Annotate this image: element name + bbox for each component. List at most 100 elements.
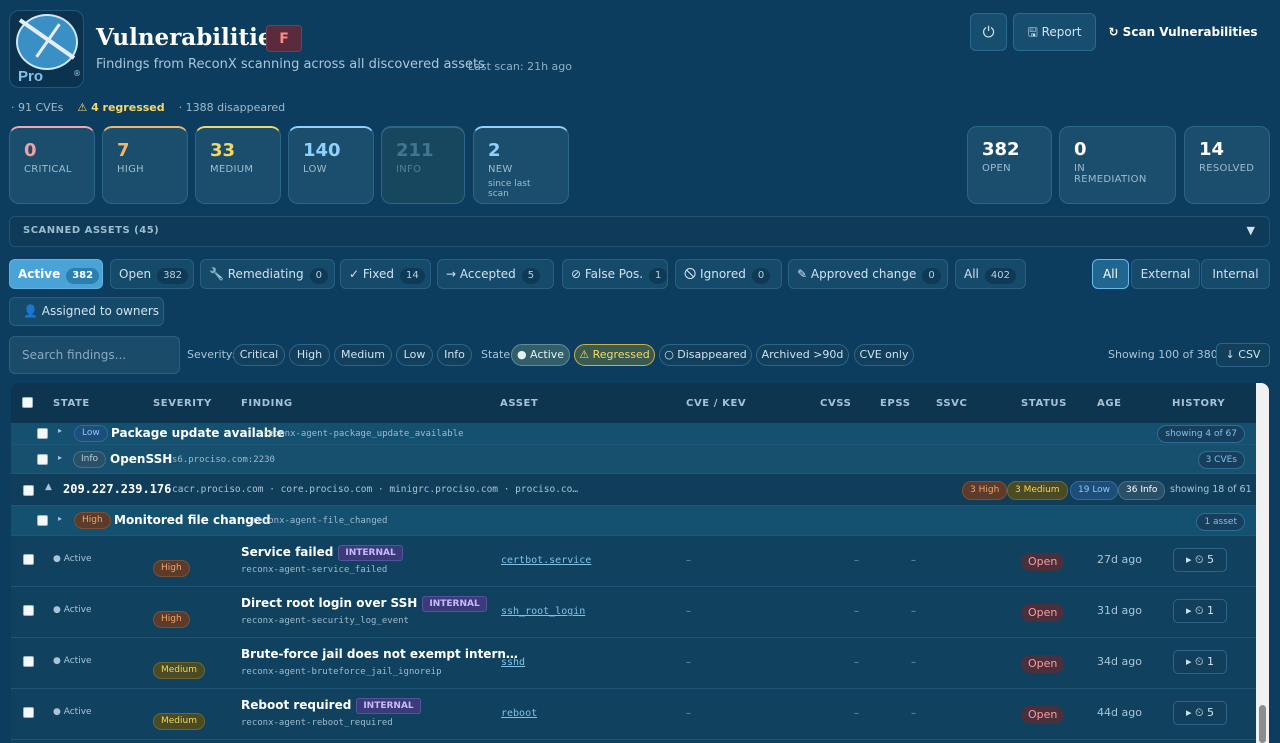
finding-group-row[interactable]: ▸ Info OpenSSH s6.prociso.com:2230 3 CVE… bbox=[11, 445, 1256, 474]
severity-filter-medium[interactable]: Medium bbox=[334, 344, 392, 366]
tab-active[interactable]: Active 382 bbox=[9, 259, 103, 289]
host-group-row[interactable]: ▲ 209.227.239.176 cacr.prociso.com · cor… bbox=[11, 474, 1256, 506]
scanned-assets-toggle[interactable]: SCANNED ASSETS (45) ▼ bbox=[9, 216, 1270, 247]
row-checkbox[interactable] bbox=[37, 454, 48, 465]
stat-card-info[interactable]: 211 INFO bbox=[381, 126, 465, 204]
tab-approvedchange[interactable]: ✎ Approved change 0 bbox=[788, 259, 948, 289]
severity-filter-low[interactable]: Low bbox=[396, 344, 433, 366]
state-filter-regressed[interactable]: ⚠ Regressed bbox=[574, 344, 655, 366]
high-count-badge: 3 High bbox=[962, 481, 1008, 500]
column-header-cvekev[interactable]: CVE / KEV bbox=[686, 398, 746, 409]
regressed-count[interactable]: ⚠ 4 regressed bbox=[77, 101, 164, 114]
scope-all[interactable]: All bbox=[1092, 259, 1129, 289]
column-header-state[interactable]: STATE bbox=[53, 398, 90, 409]
status-badge: Open bbox=[1021, 604, 1065, 622]
row-checkbox[interactable] bbox=[37, 515, 48, 526]
tab-accepted[interactable]: → Accepted 5 bbox=[437, 259, 554, 289]
asset-link[interactable]: reboot bbox=[501, 708, 537, 719]
expand-icon[interactable]: ▸ bbox=[58, 453, 62, 462]
stat-card-resolved[interactable]: 14 RESOLVED bbox=[1184, 126, 1270, 204]
state-filter-disappeared[interactable]: ○ Disappeared bbox=[659, 344, 752, 366]
row-checkbox[interactable] bbox=[23, 485, 34, 496]
table-row[interactable]: ● Active Medium Reboot required INTERNAL rec… bbox=[11, 689, 1256, 740]
select-all-checkbox[interactable] bbox=[22, 397, 33, 408]
severity-filter-critical[interactable]: Critical bbox=[233, 344, 285, 366]
history-button[interactable]: ▸ ⏲ 5 bbox=[1173, 701, 1227, 725]
tab-remediating[interactable]: 🔧 Remediating 0 bbox=[200, 259, 335, 289]
row-checkbox[interactable] bbox=[23, 707, 34, 718]
row-checkbox[interactable] bbox=[23, 605, 34, 616]
severity-badge: Low bbox=[74, 425, 108, 442]
tab-open[interactable]: Open 382 bbox=[110, 259, 194, 289]
finding-name[interactable]: Reboot required INTERNAL bbox=[241, 698, 421, 714]
column-header-history[interactable]: HISTORY bbox=[1172, 398, 1225, 409]
host-ip: 209.227.239.176 bbox=[63, 482, 172, 496]
tab-label: ⊘ False Pos. bbox=[571, 267, 644, 281]
column-header-asset[interactable]: ASSET bbox=[500, 398, 538, 409]
finding-group-row[interactable]: ▸ High Monitored file changed reconx-age… bbox=[11, 506, 1256, 536]
table-row[interactable]: ● Active High Service failed INTERNAL reconx… bbox=[11, 536, 1256, 587]
scrollbar-thumb[interactable] bbox=[1259, 705, 1266, 743]
security-grade-badge: F bbox=[266, 25, 302, 52]
tab-all[interactable]: All 402 bbox=[955, 259, 1026, 289]
column-header-epss[interactable]: EPSS bbox=[880, 398, 911, 409]
state-text: ● Active bbox=[53, 605, 92, 615]
tab-ignored[interactable]: 🛇 Ignored 0 bbox=[675, 259, 782, 289]
finding-group-row[interactable]: ▸ Low Package update available reconx-ag… bbox=[11, 423, 1256, 445]
tab-count: 0 bbox=[922, 268, 941, 284]
age-text: 31d ago bbox=[1097, 604, 1142, 617]
history-button[interactable]: ▸ ⏲ 1 bbox=[1173, 599, 1227, 623]
severity-filter-high[interactable]: High bbox=[289, 344, 330, 366]
assigned-to-owners-button[interactable]: 👤 Assigned to owners bbox=[9, 297, 164, 326]
severity-badge: High bbox=[74, 512, 111, 529]
asset-link[interactable]: ssh_root_login bbox=[501, 606, 585, 617]
finding-name[interactable]: Service failed INTERNAL bbox=[241, 545, 403, 561]
table-scrollbar[interactable] bbox=[1256, 383, 1269, 743]
stat-card-critical[interactable]: 0 CRITICAL bbox=[9, 126, 95, 204]
stat-card-medium[interactable]: 33 MEDIUM bbox=[195, 126, 281, 204]
search-findings-input[interactable]: Search findings... bbox=[9, 336, 180, 374]
column-header-severity[interactable]: SEVERITY bbox=[153, 398, 212, 409]
column-header-status[interactable]: STATUS bbox=[1021, 398, 1067, 409]
stat-card-high[interactable]: 7 HIGH bbox=[102, 126, 188, 204]
column-header-age[interactable]: AGE bbox=[1097, 398, 1122, 409]
scope-internal[interactable]: Internal bbox=[1201, 259, 1270, 289]
export-csv-button[interactable]: ↓ CSV bbox=[1216, 343, 1270, 367]
info-count-badge: 36 Info bbox=[1118, 481, 1166, 500]
table-row[interactable]: ● Active Medium Brute-force jail does not … bbox=[11, 638, 1256, 689]
finding-name: Monitored file changed bbox=[114, 513, 271, 527]
finding-name[interactable]: Brute-force jail does not exempt intern… bbox=[241, 647, 518, 661]
column-header-finding[interactable]: FINDING bbox=[241, 398, 293, 409]
column-header-ssvc[interactable]: SSVC bbox=[936, 398, 967, 409]
state-filter-cveonly[interactable]: CVE only bbox=[854, 344, 914, 366]
tab-falsepos[interactable]: ⊘ False Pos. 1 bbox=[562, 259, 668, 289]
stat-card-open[interactable]: 382 OPEN bbox=[967, 126, 1052, 204]
history-button[interactable]: ▸ ⏲ 5 bbox=[1173, 548, 1227, 572]
asset-link[interactable]: sshd bbox=[501, 657, 525, 668]
cve-value: – bbox=[686, 606, 691, 617]
expand-icon[interactable]: ▸ bbox=[58, 514, 62, 523]
row-checkbox[interactable] bbox=[23, 656, 34, 667]
tab-fixed[interactable]: ✓ Fixed 14 bbox=[340, 259, 431, 289]
state-filter-active[interactable]: ● Active bbox=[511, 344, 570, 366]
row-checkbox[interactable] bbox=[23, 554, 34, 565]
column-header-cvss[interactable]: CVSS bbox=[820, 398, 851, 409]
finding-name[interactable]: Direct root login over SSH INTERNAL bbox=[241, 596, 487, 612]
scan-vulnerabilities-button[interactable]: ↻ Scan Vulnerabilities bbox=[1108, 19, 1258, 45]
history-button[interactable]: ▸ ⏲ 1 bbox=[1173, 650, 1227, 674]
expand-icon[interactable]: ▸ bbox=[58, 426, 62, 435]
tab-label: → Accepted bbox=[446, 267, 516, 281]
asset-link[interactable]: certbot.service bbox=[501, 555, 591, 566]
row-checkbox[interactable] bbox=[37, 428, 48, 439]
table-row[interactable]: ● Active High Direct root login over SSH IN… bbox=[11, 587, 1256, 638]
power-button[interactable]: ⏻ bbox=[970, 13, 1007, 51]
stat-card-new[interactable]: 2 NEW since last scan bbox=[473, 126, 569, 204]
report-button[interactable]: 🖫 Report bbox=[1013, 13, 1096, 51]
state-filter-archivedd[interactable]: Archived >90d bbox=[756, 344, 849, 366]
scope-external[interactable]: External bbox=[1131, 259, 1200, 289]
stat-card-in-remediation[interactable]: 0 IN REMEDIATION bbox=[1059, 126, 1176, 204]
stat-card-low[interactable]: 140 LOW bbox=[288, 126, 374, 204]
collapse-icon[interactable]: ▲ bbox=[45, 482, 52, 492]
severity-filter-info[interactable]: Info bbox=[437, 344, 472, 366]
stat-label: IN REMEDIATION bbox=[1074, 163, 1147, 185]
